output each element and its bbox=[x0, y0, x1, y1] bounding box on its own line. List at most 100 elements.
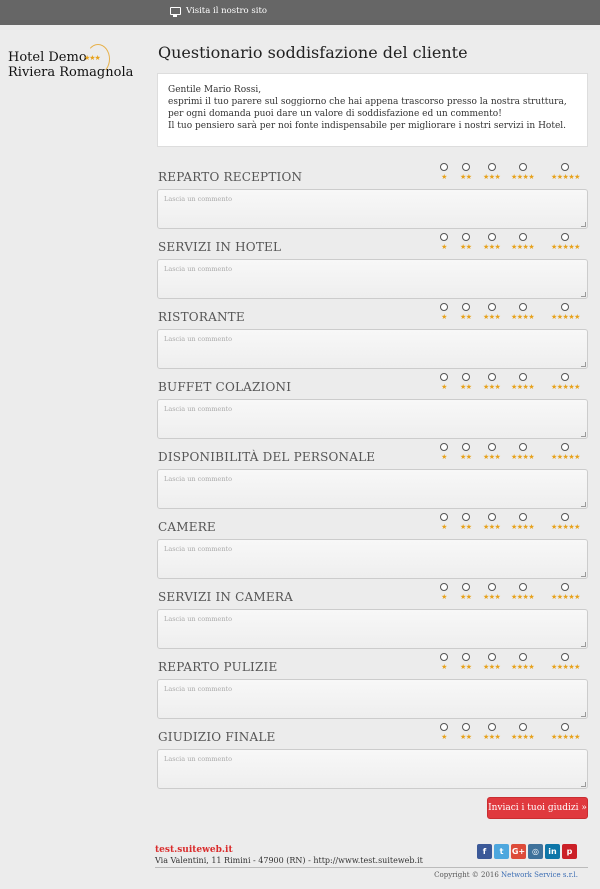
comment-textarea[interactable] bbox=[157, 189, 588, 229]
rating-option[interactable]: ★★ bbox=[460, 723, 472, 742]
rating-option[interactable]: ★★★★★ bbox=[551, 723, 580, 742]
rating-radio[interactable] bbox=[561, 303, 570, 311]
rating-radio[interactable] bbox=[487, 303, 496, 311]
resize-handle-icon[interactable] bbox=[581, 292, 586, 297]
rating-radio[interactable] bbox=[487, 723, 496, 731]
rating-option[interactable]: ★★ bbox=[460, 443, 472, 462]
rating-radio[interactable] bbox=[440, 303, 448, 311]
rating-option[interactable]: ★★★★★ bbox=[551, 373, 580, 392]
rating-option[interactable]: ★★ bbox=[460, 653, 472, 672]
rating-option[interactable]: ★★★ bbox=[483, 513, 501, 532]
rating-radio[interactable] bbox=[487, 513, 496, 521]
rating-option[interactable]: ★ bbox=[440, 513, 448, 532]
rating-radio[interactable] bbox=[487, 443, 496, 451]
rating-radio[interactable] bbox=[487, 373, 496, 381]
rating-radio[interactable] bbox=[518, 653, 527, 661]
rating-radio[interactable] bbox=[518, 233, 527, 241]
rating-radio[interactable] bbox=[561, 233, 570, 241]
comment-textarea[interactable] bbox=[157, 399, 588, 439]
rating-radio[interactable] bbox=[561, 723, 570, 731]
rating-radio[interactable] bbox=[461, 513, 470, 521]
rating-radio[interactable] bbox=[440, 653, 448, 661]
rating-radio[interactable] bbox=[440, 513, 448, 521]
rating-option[interactable]: ★★★ bbox=[483, 233, 501, 252]
rating-option[interactable]: ★★★★★ bbox=[551, 303, 580, 322]
resize-handle-icon[interactable] bbox=[581, 362, 586, 367]
rating-radio[interactable] bbox=[561, 163, 570, 171]
rating-radio[interactable] bbox=[487, 583, 496, 591]
rating-option[interactable]: ★ bbox=[440, 653, 448, 672]
rating-option[interactable]: ★★ bbox=[460, 163, 472, 182]
resize-handle-icon[interactable] bbox=[581, 432, 586, 437]
rating-radio[interactable] bbox=[461, 443, 470, 451]
comment-textarea[interactable] bbox=[157, 679, 588, 719]
rating-option[interactable]: ★★★ bbox=[483, 373, 501, 392]
rating-option[interactable]: ★★★★ bbox=[511, 373, 535, 392]
resize-handle-icon[interactable] bbox=[581, 712, 586, 717]
rating-radio[interactable] bbox=[518, 513, 527, 521]
rating-option[interactable]: ★★ bbox=[460, 373, 472, 392]
rating-radio[interactable] bbox=[487, 163, 496, 171]
rating-radio[interactable] bbox=[461, 723, 470, 731]
linkedin-icon[interactable]: in bbox=[545, 844, 560, 859]
submit-button[interactable]: Inviaci i tuoi giudizi » bbox=[487, 797, 588, 819]
rating-radio[interactable] bbox=[487, 233, 496, 241]
rating-option[interactable]: ★★★★★ bbox=[551, 233, 580, 252]
resize-handle-icon[interactable] bbox=[581, 222, 586, 227]
rating-radio[interactable] bbox=[440, 723, 448, 731]
facebook-icon[interactable]: f bbox=[477, 844, 492, 859]
comment-textarea[interactable] bbox=[157, 539, 588, 579]
rating-radio[interactable] bbox=[518, 373, 527, 381]
rating-radio[interactable] bbox=[440, 233, 448, 241]
rating-option[interactable]: ★★★ bbox=[483, 443, 501, 462]
rating-radio[interactable] bbox=[440, 163, 448, 171]
rating-option[interactable]: ★★ bbox=[460, 233, 472, 252]
rating-option[interactable]: ★ bbox=[440, 723, 448, 742]
rating-radio[interactable] bbox=[518, 303, 527, 311]
rating-radio[interactable] bbox=[518, 163, 527, 171]
rating-option[interactable]: ★★★★★ bbox=[551, 653, 580, 672]
rating-option[interactable]: ★★★ bbox=[483, 723, 501, 742]
rating-option[interactable]: ★★★★★ bbox=[551, 513, 580, 532]
rating-option[interactable]: ★★★ bbox=[483, 163, 501, 182]
company-link[interactable]: Network Service s.r.l. bbox=[501, 871, 578, 879]
rating-option[interactable]: ★★ bbox=[460, 583, 472, 602]
rating-radio[interactable] bbox=[440, 373, 448, 381]
visit-site-link[interactable]: Visita il nostro sito bbox=[170, 6, 267, 17]
rating-option[interactable]: ★★★ bbox=[483, 303, 501, 322]
rating-radio[interactable] bbox=[518, 443, 527, 451]
rating-option[interactable]: ★★★★ bbox=[511, 233, 535, 252]
rating-option[interactable]: ★★★★ bbox=[511, 443, 535, 462]
instagram-icon[interactable]: ◎ bbox=[528, 844, 543, 859]
comment-textarea[interactable] bbox=[157, 749, 588, 789]
rating-option[interactable]: ★★ bbox=[460, 303, 472, 322]
resize-handle-icon[interactable] bbox=[581, 782, 586, 787]
google-plus-icon[interactable]: G+ bbox=[511, 844, 526, 859]
footer-brand[interactable]: test.suiteweb.it bbox=[155, 845, 233, 855]
rating-radio[interactable] bbox=[561, 653, 570, 661]
rating-option[interactable]: ★ bbox=[440, 583, 448, 602]
rating-option[interactable]: ★ bbox=[440, 373, 448, 392]
rating-option[interactable]: ★★★★ bbox=[511, 303, 535, 322]
rating-option[interactable]: ★★★★ bbox=[511, 583, 535, 602]
rating-radio[interactable] bbox=[461, 653, 470, 661]
rating-radio[interactable] bbox=[461, 303, 470, 311]
comment-textarea[interactable] bbox=[157, 609, 588, 649]
rating-radio[interactable] bbox=[518, 723, 527, 731]
resize-handle-icon[interactable] bbox=[581, 572, 586, 577]
rating-option[interactable]: ★★★★ bbox=[511, 653, 535, 672]
rating-option[interactable]: ★★★★ bbox=[511, 513, 535, 532]
rating-option[interactable]: ★★★ bbox=[483, 583, 501, 602]
rating-option[interactable]: ★★★ bbox=[483, 653, 501, 672]
rating-radio[interactable] bbox=[461, 373, 470, 381]
rating-radio[interactable] bbox=[440, 583, 448, 591]
rating-option[interactable]: ★★ bbox=[460, 513, 472, 532]
rating-option[interactable]: ★ bbox=[440, 233, 448, 252]
rating-radio[interactable] bbox=[561, 373, 570, 381]
comment-textarea[interactable] bbox=[157, 329, 588, 369]
rating-radio[interactable] bbox=[561, 513, 570, 521]
rating-radio[interactable] bbox=[561, 583, 570, 591]
rating-radio[interactable] bbox=[518, 583, 527, 591]
rating-option[interactable]: ★★★★ bbox=[511, 163, 535, 182]
rating-option[interactable]: ★★★★★ bbox=[551, 443, 580, 462]
